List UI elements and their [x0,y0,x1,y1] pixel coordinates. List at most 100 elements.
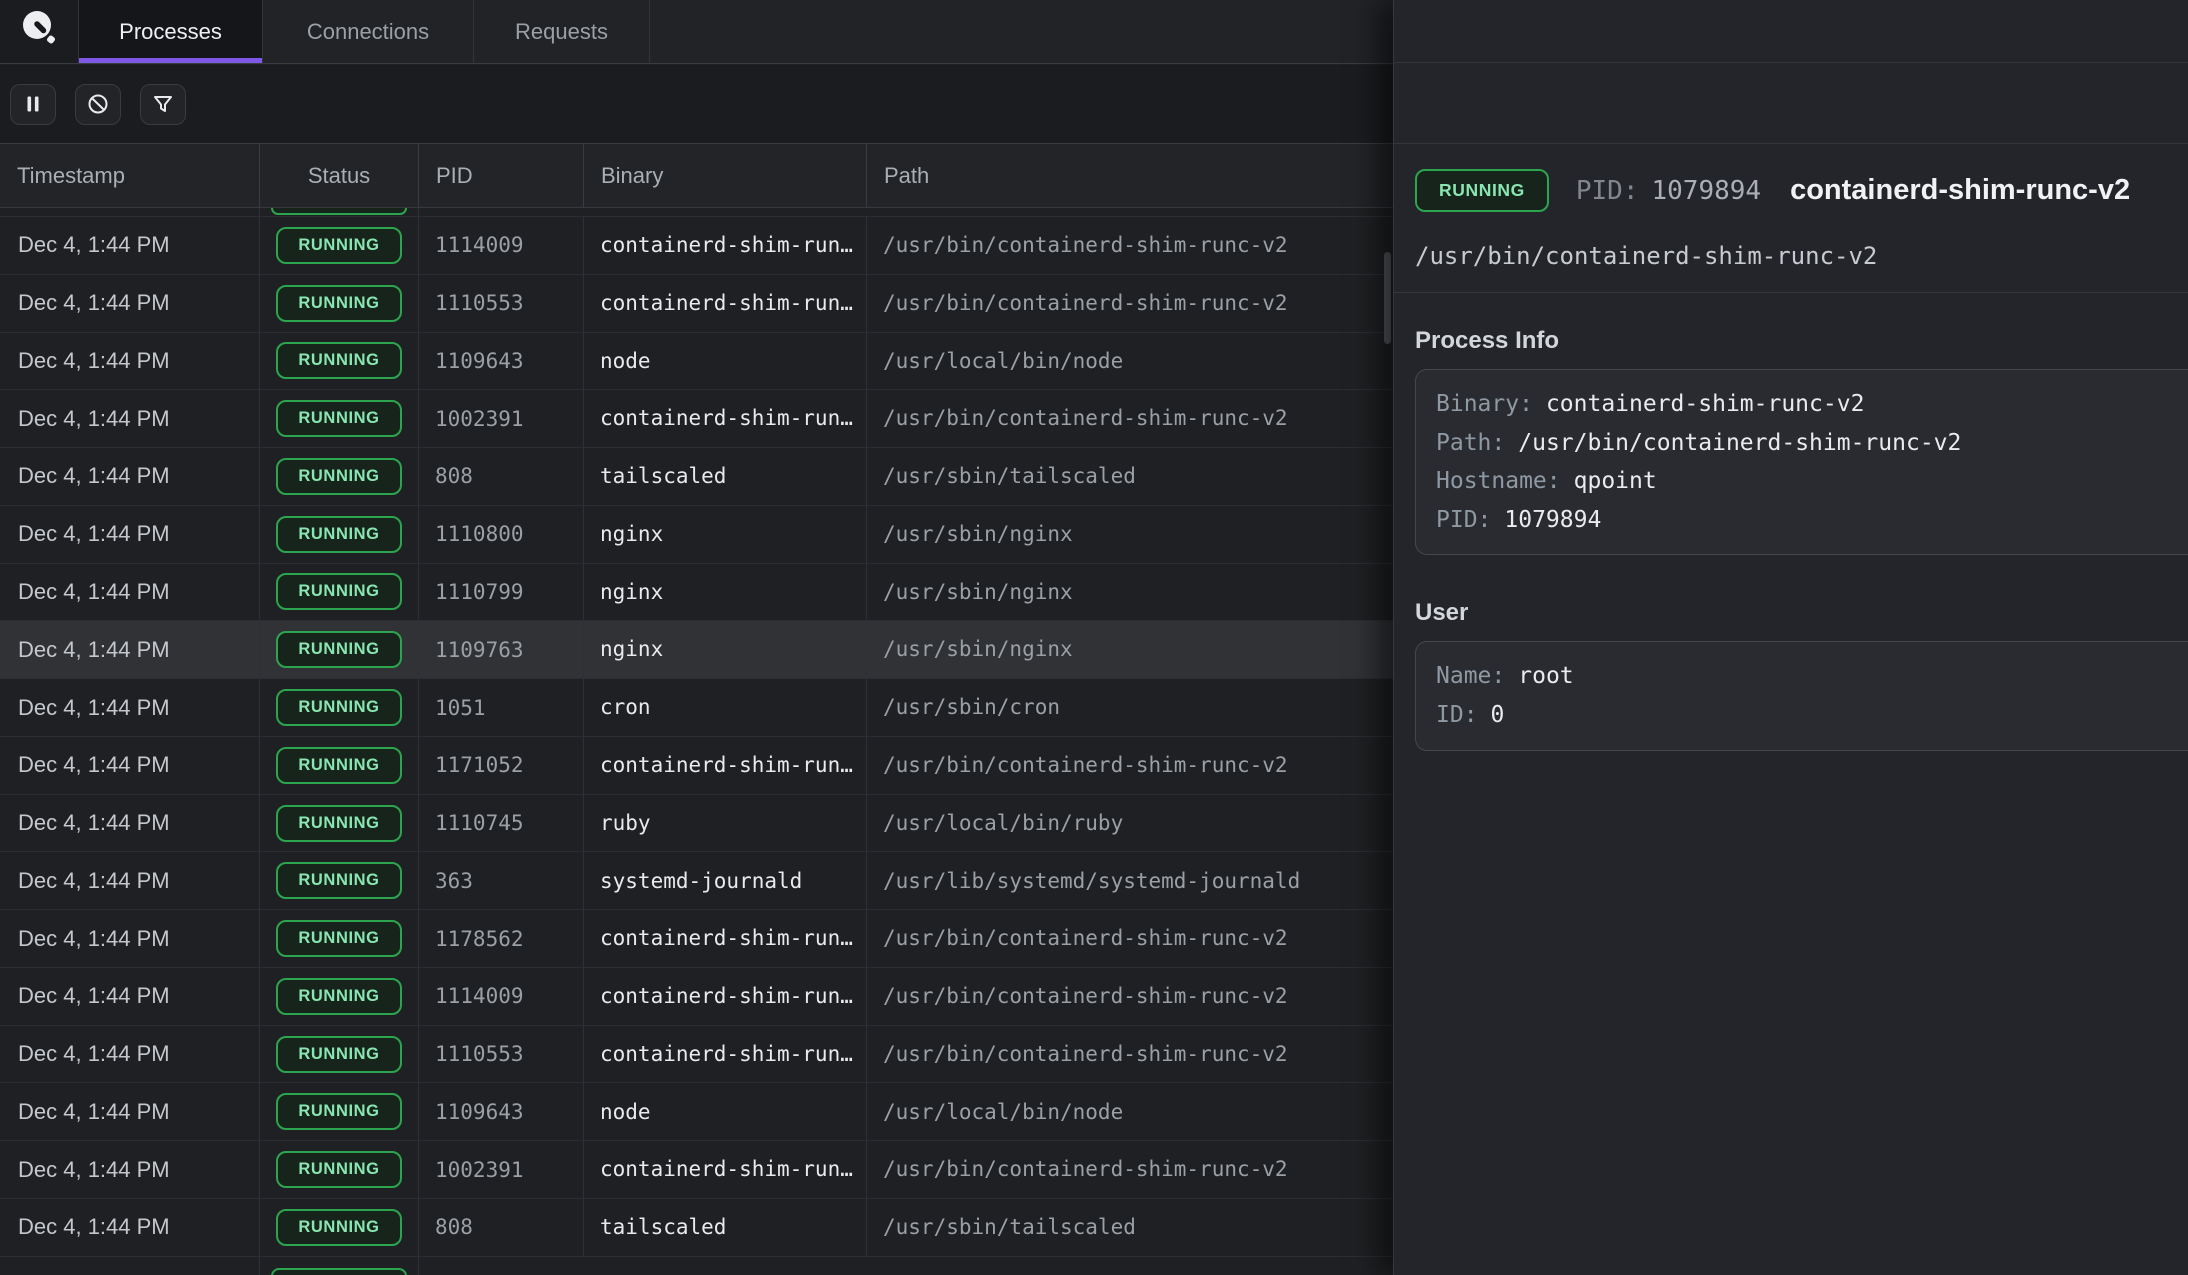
timestamp-cell: Dec 4, 1:44 PM [0,564,260,621]
status-cell: RUNNING [260,1199,419,1256]
tab-requests[interactable]: Requests [474,0,650,63]
table-row[interactable]: Dec 4, 1:44 PM RUNNING 1110553 container… [0,1026,1393,1084]
table-row[interactable]: Dec 4, 1:44 PM RUNNING 808 tailscaled /u… [0,448,1393,506]
status-badge: RUNNING [276,400,401,437]
status-cell: RUNNING [260,275,419,332]
table-row[interactable]: Dec 4, 1:44 PM RUNNING 1002391 container… [0,1141,1393,1199]
binary-cell: ruby [584,795,867,852]
timestamp-cell: Dec 4, 1:44 PM [0,621,260,678]
table-row[interactable]: Dec 4, 1:44 PM RUNNING 1109643 node /usr… [0,333,1393,391]
timestamp-cell: Dec 4, 1:44 PM [0,1026,260,1083]
table-row[interactable]: Dec 4, 1:44 PM RUNNING 363 systemd-journ… [0,852,1393,910]
table-row[interactable]: Dec 4, 1:44 PM RUNNING 1178562 container… [0,910,1393,968]
binary-cell: node [584,333,867,390]
ban-icon [86,92,110,116]
pid-cell: 1110745 [419,795,584,852]
path-cell: /usr/bin/containerd-shim-runc-v2 [867,968,1393,1025]
clipped-status-badge [271,208,407,215]
status-badge: RUNNING [276,978,401,1015]
field-label: Binary: [1436,391,1533,417]
timestamp-cell: Dec 4, 1:44 PM [0,1141,260,1198]
table-row[interactable]: Dec 4, 1:44 PM RUNNING 1002391 container… [0,390,1393,448]
table-row[interactable]: Dec 4, 1:44 PM RUNNING 1110745 ruby /usr… [0,795,1393,853]
pid-cell: 1002391 [419,1141,584,1198]
pid-cell: 1114009 [419,968,584,1025]
table-row[interactable]: Dec 4, 1:44 PM RUNNING 808 tailscaled /u… [0,1199,1393,1257]
field-value: qpoint [1574,468,1657,494]
table-row[interactable]: Dec 4, 1:44 PM RUNNING 1114009 container… [0,968,1393,1026]
active-tab-underline [79,58,262,63]
status-badge: RUNNING [276,631,401,668]
partial-status-cell [260,1257,419,1275]
timestamp-cell: Dec 4, 1:44 PM [0,1199,260,1256]
binary-cell: containerd-shim-runc-v2 [584,275,867,332]
qpoint-magnifier-logo-icon [16,6,62,57]
pause-button[interactable] [10,84,56,125]
binary-cell: systemd-journald [584,852,867,909]
path-cell: /usr/bin/containerd-shim-runc-v2 [867,275,1393,332]
table-row[interactable]: Dec 4, 1:44 PM RUNNING 1114009 container… [0,217,1393,275]
timestamp-cell: Dec 4, 1:44 PM [0,217,260,274]
tab-label: Processes [119,19,222,45]
table-row[interactable]: Dec 4, 1:44 PM RUNNING 1109643 node /usr… [0,1083,1393,1141]
pid-cell: 1110553 [419,275,584,332]
table-row[interactable]: Dec 4, 1:44 PM RUNNING 1110553 container… [0,275,1393,333]
info-card: Name:root ID:0 [1415,641,2188,750]
path-cell: /usr/bin/containerd-shim-runc-v2 [867,1026,1393,1083]
path-cell: /usr/sbin/tailscaled [867,1199,1393,1256]
tab-label: Connections [307,19,429,45]
tab-processes[interactable]: Processes [79,0,263,63]
panel-top-strip [1394,0,2188,63]
section-heading: Process Info [1415,327,2188,355]
pid-cell: 808 [419,1199,584,1256]
panel-sections: Process Info Binary: containerd-shim-runc… [1394,327,2188,751]
table-row[interactable]: Dec 4, 1:44 PM RUNNING 1110799 nginx /us… [0,564,1393,622]
section-heading: User [1415,599,2188,627]
field-value: /usr/bin/containerd-shim-runc-v2 [1518,430,1961,456]
path-cell: /usr/local/bin/node [867,333,1393,390]
pid-cell: 1109643 [419,1083,584,1140]
field-value: root [1518,663,1573,689]
status-badge: RUNNING [276,862,401,899]
table-scrollbar-thumb[interactable] [1384,252,1391,344]
timestamp-cell: Dec 4, 1:44 PM [0,448,260,505]
table-header-row: Timestamp Status PID Binary Path [0,144,1393,208]
status-cell: RUNNING [260,564,419,621]
binary-cell: cron [584,679,867,736]
binary-cell: node [584,1083,867,1140]
status-cell: RUNNING [260,968,419,1025]
filter-button[interactable] [140,84,186,125]
table-row[interactable]: Dec 4, 1:44 PM RUNNING 1051 cron /usr/sb… [0,679,1393,737]
partial-row-bottom [0,1257,1393,1275]
status-badge: RUNNING [276,1209,401,1246]
table-row[interactable]: Dec 4, 1:44 PM RUNNING 1109763 nginx /us… [0,621,1393,679]
clipped-status-badge [271,1268,407,1275]
table-toolbar [0,65,1393,143]
partial-row-top [0,208,1393,217]
status-cell: RUNNING [260,506,419,563]
table-row[interactable]: Dec 4, 1:44 PM RUNNING 1171052 container… [0,737,1393,795]
status-cell: RUNNING [260,1026,419,1083]
field-value: 0 [1491,702,1505,728]
binary-cell: nginx [584,621,867,678]
status-badge: RUNNING [276,1151,401,1188]
path-cell: /usr/local/bin/ruby [867,795,1393,852]
timestamp-cell: Dec 4, 1:44 PM [0,910,260,967]
binary-cell: containerd-shim-runc-v2 [584,968,867,1025]
path-cell: /usr/sbin/tailscaled [867,448,1393,505]
pid-cell: 808 [419,448,584,505]
column-header-path: Path [867,144,1393,207]
field-value: containerd-shim-runc-v2 [1546,391,1865,417]
status-cell: RUNNING [260,795,419,852]
status-cell: RUNNING [260,217,419,274]
tab-connections[interactable]: Connections [263,0,474,63]
column-header-binary: Binary [584,144,867,207]
pid-cell: 1109643 [419,333,584,390]
field-label: Path: [1436,430,1505,456]
table-row[interactable]: Dec 4, 1:44 PM RUNNING 1110800 nginx /us… [0,506,1393,564]
clear-button[interactable] [75,84,121,125]
status-cell: RUNNING [260,1083,419,1140]
timestamp-cell: Dec 4, 1:44 PM [0,506,260,563]
field-line: Name:root [1436,657,2188,696]
panel-section: Process Info Binary: containerd-shim-runc… [1394,327,2188,555]
